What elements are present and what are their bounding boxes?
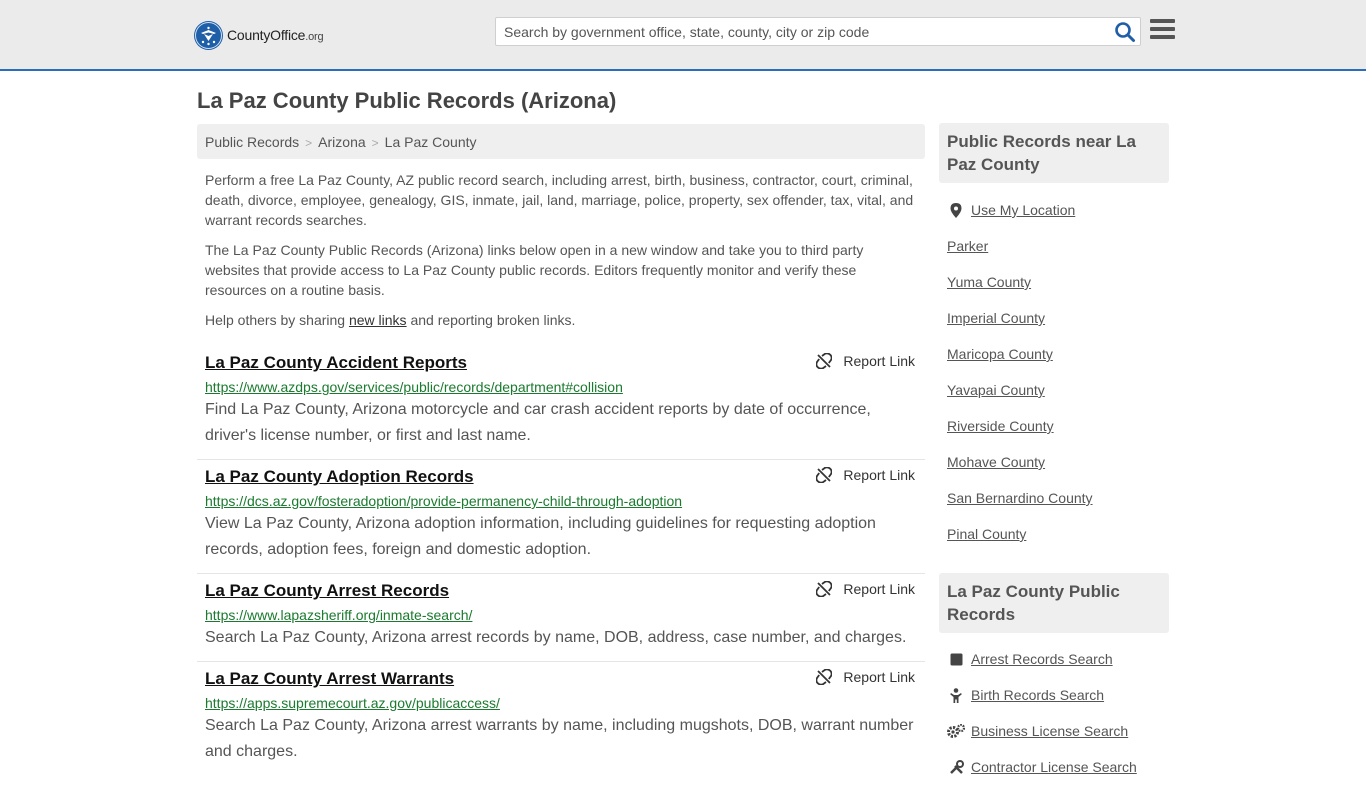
record-item: La Paz County Arrest Warrants Report Lin… [197,662,925,775]
record-title-link[interactable]: La Paz County Adoption Records [205,466,917,488]
record-item: La Paz County Accident Reports Report Li… [197,346,925,460]
square-icon [947,653,965,666]
chevron-right-icon: > [371,136,379,150]
nearby-link-mohave-county[interactable]: Mohave County [947,444,1169,480]
nearby-link-san-bernardino-county[interactable]: San Bernardino County [947,480,1169,516]
report-link-button[interactable]: Report Link [816,581,915,597]
record-description: Search La Paz County, Arizona arrest rec… [205,629,907,646]
arrest-records-search-link[interactable]: Arrest Records Search [947,641,1169,677]
record-title-link[interactable]: La Paz County Arrest Records [205,580,917,602]
nearby-link-maricopa-county[interactable]: Maricopa County [947,336,1169,372]
hamburger-menu-icon[interactable] [1150,19,1175,43]
nearby-records-heading: Public Records near La Paz County [939,123,1169,183]
nearby-link-yuma-county[interactable]: Yuma County [947,264,1169,300]
record-url-link[interactable]: https://www.lapazsheriff.org/inmate-sear… [205,605,917,625]
help-paragraph: Help others by sharing new links and rep… [205,312,576,328]
record-url-link[interactable]: https://www.azdps.gov/services/public/re… [205,377,917,397]
search-input[interactable] [496,18,1106,45]
nearby-records-list: Use My Location Parker Yuma County Imper… [947,192,1169,552]
nearby-link-riverside-county[interactable]: Riverside County [947,408,1169,444]
logo-text: CountyOffice.org [227,27,324,43]
records-list: La Paz County Accident Reports Report Li… [197,346,925,775]
new-links-link[interactable]: new links [349,312,407,328]
record-title-link[interactable]: La Paz County Accident Reports [205,352,917,374]
nearby-link-yavapai-county[interactable]: Yavapai County [947,372,1169,408]
record-item: La Paz County Adoption Records Report Li… [197,460,925,574]
breadcrumb-la-paz-county[interactable]: La Paz County [385,134,477,150]
logo-seal-icon [194,20,223,50]
nearby-link-parker[interactable]: Parker [947,228,1169,264]
gears-icon [947,724,965,738]
record-url-link[interactable]: https://apps.supremecourt.az.gov/publica… [205,693,917,713]
map-pin-icon [947,202,965,218]
record-url-link[interactable]: https://dcs.az.gov/fosteradoption/provid… [205,491,917,511]
report-link-button[interactable]: Report Link [816,353,915,369]
breadcrumb-arizona[interactable]: Arizona [318,134,365,150]
broken-link-icon [816,669,833,685]
disclaimer-paragraph: The La Paz County Public Records (Arizon… [205,242,864,298]
chevron-right-icon: > [305,136,313,150]
site-logo[interactable]: CountyOffice.org [194,20,324,50]
intro-paragraph: Perform a free La Paz County, AZ public … [205,172,914,228]
broken-link-icon [816,467,833,483]
tools-icon [947,759,965,775]
page-title: La Paz County Public Records (Arizona) [197,88,617,113]
search-bar [495,17,1141,46]
use-my-location-link[interactable]: Use My Location [947,192,1169,228]
baby-icon [947,687,965,703]
record-description: Search La Paz County, Arizona arrest war… [205,717,914,760]
report-link-button[interactable]: Report Link [816,467,915,483]
top-bar: CountyOffice.org [0,0,1366,71]
report-link-button[interactable]: Report Link [816,669,915,685]
breadcrumb: Public Records > Arizona > La Paz County [197,124,925,159]
record-title-link[interactable]: La Paz County Arrest Warrants [205,668,917,690]
county-records-list: Arrest Records Search Birth Records Sear… [947,641,1169,785]
birth-records-search-link[interactable]: Birth Records Search [947,677,1169,713]
record-description: View La Paz County, Arizona adoption inf… [205,515,876,558]
broken-link-icon [816,353,833,369]
breadcrumb-public-records[interactable]: Public Records [205,134,299,150]
broken-link-icon [816,581,833,597]
search-icon[interactable] [1114,21,1136,43]
record-description: Find La Paz County, Arizona motorcycle a… [205,401,871,444]
record-item: La Paz County Arrest Records Report Link… [197,574,925,662]
county-records-heading: La Paz County Public Records [939,573,1169,633]
nearby-link-imperial-county[interactable]: Imperial County [947,300,1169,336]
nearby-link-pinal-county[interactable]: Pinal County [947,516,1169,552]
contractor-license-search-link[interactable]: Contractor License Search [947,749,1169,785]
business-license-search-link[interactable]: Business License Search [947,713,1169,749]
